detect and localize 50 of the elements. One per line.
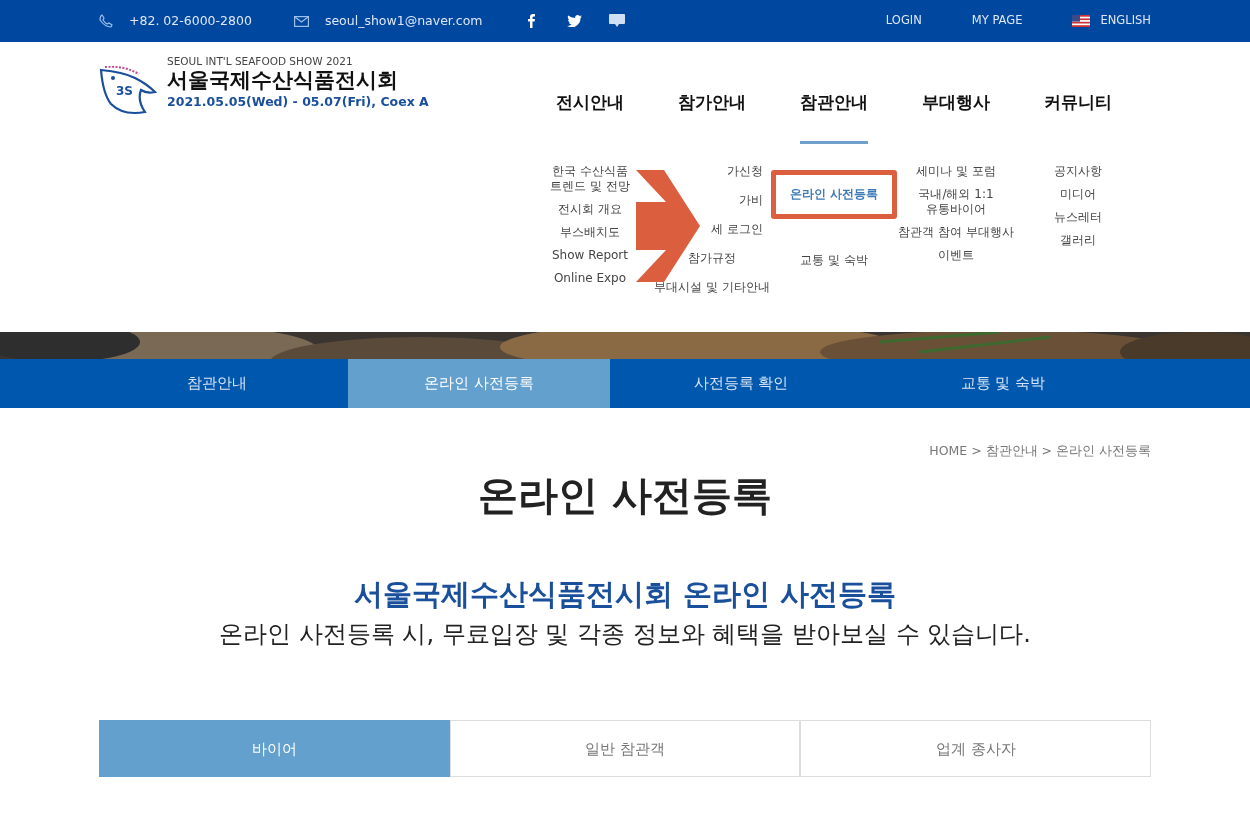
flag-icon bbox=[1072, 15, 1091, 27]
logo-text: 3S bbox=[116, 85, 133, 97]
menu-item[interactable]: 가비 bbox=[735, 188, 767, 218]
breadcrumb: HOME > 참관안내 > 온라인 사전등록 bbox=[929, 443, 1151, 458]
menu-item[interactable]: 참관객 참여 부대행사 bbox=[894, 220, 1018, 244]
menu-tab[interactable]: 부대행사 bbox=[922, 56, 990, 144]
description: 온라인 사전등록 시, 무료입장 및 각종 정보와 혜택을 받아보실 수 있습니다. bbox=[219, 619, 1031, 651]
menu-item[interactable]: 교통 및 숙박 bbox=[796, 248, 872, 272]
type-tab[interactable]: 일반 참관객 bbox=[449, 720, 801, 778]
menu-item[interactable]: 참가규정 bbox=[684, 246, 740, 276]
menu-item[interactable]: 세 로그인 bbox=[707, 217, 767, 247]
menu-tab[interactable]: 참관안내 bbox=[800, 56, 868, 144]
menu-item[interactable]: 뉴스레터 bbox=[1050, 205, 1106, 229]
sub-tab[interactable]: 교통 및 숙박 bbox=[872, 359, 1134, 408]
logo-subtitle: SEOUL INT'L SEAFOOD SHOW 2021 bbox=[167, 56, 354, 67]
top-link[interactable]: LOGIN bbox=[885, 12, 922, 30]
menu-item[interactable]: 전시회 개요 bbox=[554, 197, 626, 221]
twitter-icon[interactable] bbox=[567, 15, 583, 27]
menu-item[interactable]: 가신청 bbox=[723, 159, 767, 189]
blog-icon[interactable] bbox=[609, 14, 626, 28]
logo-title: 서울국제수산식품전시회 bbox=[167, 66, 399, 94]
menu-item[interactable]: 부대시설 및 기타안내 bbox=[650, 275, 774, 305]
fish-logo-icon bbox=[99, 66, 157, 116]
menu-item[interactable]: 부스배치도 bbox=[556, 220, 624, 244]
menu-tab[interactable]: 전시안내 bbox=[556, 56, 624, 144]
sub-tab[interactable]: 참관안내 bbox=[86, 359, 348, 408]
phone-number: +82. 02-6000-2800 bbox=[129, 11, 252, 30]
menu-item[interactable]: 온라인 사전등록 bbox=[770, 169, 898, 219]
menu-item[interactable]: 갤러리 bbox=[1056, 228, 1100, 252]
menu-item[interactable]: 한국 수산식품 트렌드 및 전망 bbox=[542, 159, 638, 198]
page-title: 온라인 사전등록 bbox=[478, 470, 772, 519]
menu-tab[interactable]: 커뮤니티 bbox=[1044, 56, 1112, 144]
type-tab[interactable]: 업계 종사자 bbox=[800, 720, 1151, 778]
menu-item[interactable]: 미디어 bbox=[1056, 182, 1100, 206]
menu-tab[interactable]: 참가안내 bbox=[678, 56, 746, 144]
menu-item[interactable]: Show Report bbox=[548, 243, 632, 267]
top-link[interactable]: MY PAGE bbox=[971, 12, 1023, 30]
mail-icon bbox=[293, 15, 309, 27]
menu-item[interactable]: 이벤트 bbox=[934, 243, 978, 267]
facebook-icon[interactable] bbox=[528, 14, 536, 28]
top-link[interactable]: ENGLISH bbox=[1072, 12, 1151, 30]
menu-item[interactable]: Online Expo bbox=[549, 266, 631, 290]
logo-dates: 2021.05.05(Wed) - 05.07(Fri), Coex A bbox=[167, 93, 429, 109]
menu-item[interactable]: 세미나 및 포럼 bbox=[912, 159, 1000, 183]
sub-tab[interactable]: 사전등록 확인 bbox=[610, 359, 872, 408]
phone-icon bbox=[99, 14, 113, 28]
menu-item[interactable]: 국내/해외 1:1 유통바이어 bbox=[908, 182, 1004, 221]
menu-item[interactable]: 공지사항 bbox=[1050, 159, 1106, 183]
section-heading: 서울국제수산식품전시회 온라인 사전등록 bbox=[353, 575, 897, 613]
email-address: seoul_show1@naver.com bbox=[324, 11, 483, 30]
